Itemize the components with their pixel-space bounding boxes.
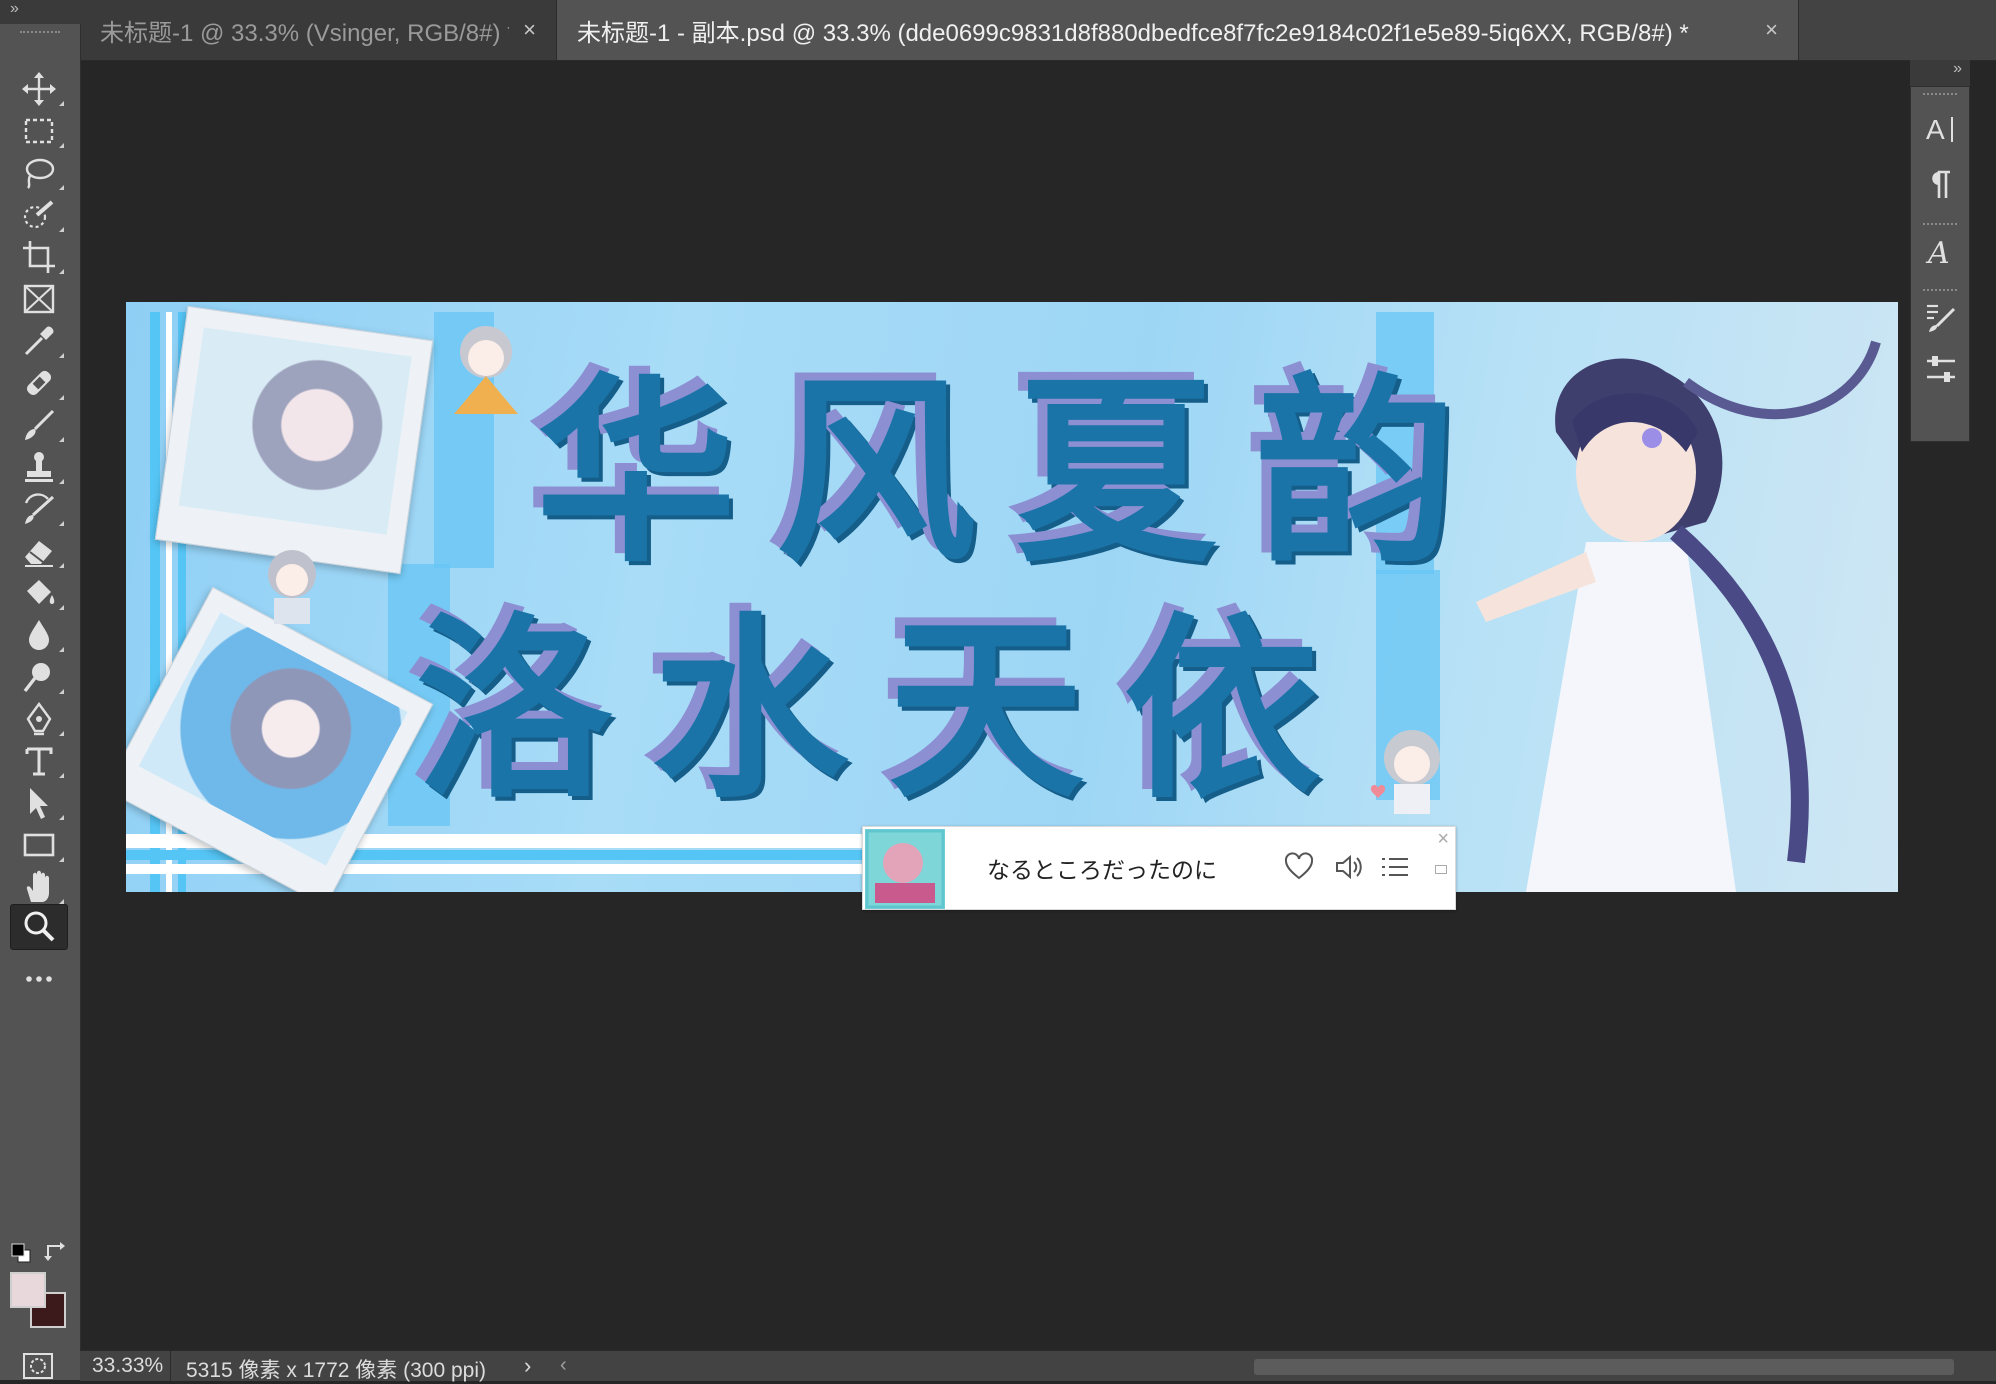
document-tab-bar: 未标题-1 @ 33.3% (Vsinger, RGB/8#) * × 未标题-… — [80, 0, 1996, 61]
document-canvas[interactable]: 华风夏韵 洛水天依 — [126, 302, 1898, 892]
tab-document-2[interactable]: 未标题-1 - 副本.psd @ 33.3% (dde0699c9831d8f8… — [557, 0, 1799, 60]
lasso-icon — [25, 158, 55, 189]
scroll-left-icon[interactable]: ‹ — [560, 1354, 567, 1377]
move-icon — [22, 72, 56, 106]
toolbar-collapse-button[interactable]: » — [0, 0, 80, 24]
character-illustration — [1476, 340, 1881, 892]
rect-marquee-icon — [24, 118, 54, 144]
default-colors-icon[interactable] — [10, 1242, 32, 1264]
status-menu-arrow-icon[interactable]: › — [524, 1353, 531, 1379]
tools-panel — [0, 24, 81, 1380]
horizontal-scrollbar[interactable] — [1254, 1359, 1954, 1375]
drop-icon — [29, 620, 49, 650]
zoom-icon — [24, 911, 55, 942]
volume-button[interactable] — [1331, 849, 1367, 885]
playlist-icon — [1382, 858, 1408, 876]
chibi-sticker — [454, 326, 518, 414]
eyedropper-icon — [24, 326, 54, 356]
tab-title: 未标题-1 - 副本.psd @ 33.3% (dde0699c9831d8f8… — [577, 19, 1689, 47]
arrow-icon — [30, 788, 48, 819]
history-brush-tool[interactable] — [10, 486, 68, 532]
quick-select-tool[interactable] — [10, 192, 68, 238]
player-minimize-icon[interactable] — [1435, 865, 1447, 874]
glyphs-panel-button[interactable]: A — [1919, 229, 1963, 273]
rectangle-tool[interactable] — [10, 822, 68, 868]
tab-close-icon[interactable]: × — [1765, 17, 1778, 43]
right-panel-dock: A A — [1910, 86, 1970, 442]
healing-brush-tool[interactable] — [10, 360, 68, 406]
tools-panel-grip[interactable] — [0, 24, 80, 44]
heart-icon — [1284, 852, 1314, 880]
frame-icon — [23, 284, 55, 314]
marquee-tool[interactable] — [10, 108, 68, 154]
type-tool[interactable] — [10, 738, 68, 784]
paragraph-panel-icon — [1932, 170, 1950, 198]
decor-stripe — [126, 864, 886, 874]
brush-settings-icon — [1927, 304, 1956, 332]
eraser-tool[interactable] — [10, 528, 68, 574]
headline-line-2: 洛水天依 — [416, 595, 1361, 825]
stamp-icon — [25, 452, 53, 482]
eyedropper-tool[interactable] — [10, 318, 68, 364]
crop-tool[interactable] — [10, 234, 68, 280]
chibi-sticker — [268, 550, 316, 624]
player-close-icon[interactable]: × — [1437, 829, 1449, 849]
polaroid-photo — [154, 305, 434, 575]
pen-tool[interactable] — [10, 696, 68, 742]
rectangle-icon — [23, 833, 55, 857]
dodge-icon — [23, 663, 50, 693]
glyphs-panel-icon: A — [1925, 236, 1950, 268]
tool-presets-icon — [1927, 356, 1955, 382]
zoom-level[interactable]: 33.33% — [92, 1354, 163, 1378]
crop-icon — [23, 241, 55, 273]
volume-icon — [1336, 854, 1362, 880]
brush-settings-button[interactable] — [1919, 295, 1963, 339]
like-button[interactable] — [1281, 849, 1317, 885]
playlist-button[interactable] — [1377, 849, 1413, 885]
tab-close-icon[interactable]: × — [523, 17, 536, 43]
paint-bucket-tool[interactable] — [10, 570, 68, 616]
hand-icon — [26, 870, 49, 902]
status-bar: 33.33% 5315 像素 x 1772 像素 (300 ppi) › ‹ — [80, 1350, 1996, 1382]
eraser-icon — [25, 541, 53, 567]
brush-tool[interactable] — [10, 402, 68, 448]
character-panel-button[interactable]: A — [1919, 107, 1963, 151]
history-brush-icon — [24, 493, 55, 524]
tab-document-1[interactable]: 未标题-1 @ 33.3% (Vsinger, RGB/8#) * × — [80, 0, 557, 60]
type-icon — [25, 747, 53, 776]
lyric-text: なるところだったのに — [987, 858, 1217, 884]
paragraph-panel-button[interactable] — [1919, 163, 1963, 207]
lasso-tool[interactable] — [10, 150, 68, 196]
bucket-icon — [27, 580, 55, 604]
ellipsis-icon — [26, 976, 52, 982]
right-panel-collapse-button[interactable]: » — [1910, 60, 1970, 86]
quick-select-icon — [23, 200, 54, 229]
path-select-tool[interactable] — [10, 780, 68, 826]
tab-title: 未标题-1 @ 33.3% (Vsinger, RGB/8#) * — [100, 19, 510, 47]
more-tools[interactable] — [10, 956, 68, 1002]
music-mini-player[interactable]: なるところだったのに × — [862, 826, 1456, 910]
swap-colors-icon[interactable] — [44, 1240, 66, 1262]
blur-tool[interactable] — [10, 612, 68, 658]
quick-mask-icon[interactable] — [22, 1352, 54, 1380]
clone-stamp-tool[interactable] — [10, 444, 68, 490]
bandage-icon — [26, 370, 52, 396]
dodge-tool[interactable] — [10, 654, 68, 700]
album-cover[interactable] — [865, 829, 945, 909]
brush-icon — [25, 409, 55, 440]
pen-icon — [26, 701, 52, 736]
foreground-color-swatch[interactable] — [10, 1272, 46, 1308]
zoom-tool[interactable] — [10, 904, 68, 950]
svg-text:A: A — [1925, 236, 1950, 268]
character-panel-icon: A — [1926, 114, 1953, 145]
move-tool[interactable] — [10, 66, 68, 112]
svg-text:A: A — [1926, 114, 1945, 145]
frame-tool[interactable] — [10, 276, 68, 322]
tool-presets-button[interactable] — [1919, 347, 1963, 391]
